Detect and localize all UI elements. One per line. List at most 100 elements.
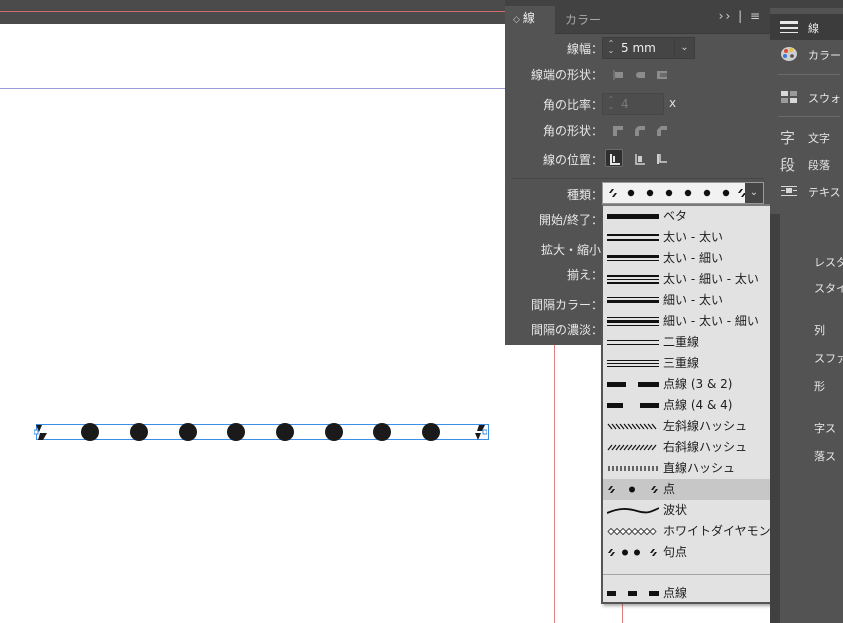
dock-separator [778, 74, 840, 75]
paragraph-icon: 段 [780, 156, 796, 174]
gap-tint-label: 間隔の濃淡： [530, 323, 603, 337]
stroke-type-select[interactable]: ⌄ [602, 182, 764, 204]
gap-color-label: 間隔カラー： [530, 298, 603, 312]
dock-stub-label[interactable]: レスタ [814, 254, 843, 274]
bevel-join-button[interactable] [653, 122, 671, 140]
round-cap-button[interactable] [631, 66, 649, 84]
dock-stub-label[interactable]: 形 [814, 378, 843, 398]
panel-tab-bar: ◇ 線 カラー ›› | ≡ [505, 0, 770, 34]
align-inside-button[interactable] [631, 150, 649, 168]
double-sample [607, 340, 659, 345]
line-start-cap [34, 425, 47, 440]
white-diamond-sample [607, 527, 657, 536]
thick-thin-thick-sample [607, 275, 659, 284]
thick-thin-sample [607, 255, 659, 261]
round-cap-icon [636, 72, 645, 78]
current-type-preview [609, 189, 746, 197]
weight-field[interactable]: ⌃ ⌄ 5 mm ⌄ [602, 37, 695, 59]
dots-sample [608, 486, 658, 493]
left-hash-sample [607, 423, 659, 430]
dock-stub-label[interactable]: 落ス [814, 448, 843, 468]
stroke-lines-icon [780, 21, 798, 33]
dash-3-2-sample [607, 382, 659, 387]
dock-separator [778, 116, 840, 117]
dock-item-color[interactable]: カラー [770, 41, 843, 67]
align-stroke-center-icon [610, 154, 620, 165]
dot-mark [81, 423, 99, 441]
align-label: 線の位置： [542, 153, 603, 167]
selected-dotted-line[interactable] [33, 420, 493, 446]
dock-item-character[interactable]: 字 文字 [770, 124, 843, 150]
dot-mark [276, 423, 294, 441]
dot-mark [325, 423, 343, 441]
swatches-icon [781, 91, 797, 103]
panel-menu-icon[interactable]: ›› | ≡ [719, 9, 762, 23]
dock-item-stroke[interactable]: 線 [770, 14, 843, 40]
japanese-dots-sample [608, 549, 657, 556]
miter-field[interactable]: ⌃ ⌄ 4 [602, 93, 664, 115]
butt-cap-button[interactable] [609, 66, 627, 84]
dock-stub-label[interactable]: 列 [814, 322, 843, 342]
dock-item-text-wrap[interactable]: テキスト [770, 178, 843, 204]
scale-label: 拡大・縮小 [540, 243, 601, 257]
dot-mark [227, 423, 245, 441]
bevel-join-icon [657, 126, 667, 136]
align-center-button[interactable] [605, 149, 623, 167]
type-label: 種類： [566, 188, 603, 202]
miter-join-button[interactable] [609, 122, 627, 140]
character-icon: 字 [780, 129, 796, 147]
tab-color[interactable]: カラー [565, 8, 601, 34]
text-wrap-icon [781, 186, 797, 196]
dash-4-4-sample [607, 403, 659, 408]
align-outside-button[interactable] [653, 150, 671, 168]
tab-stroke[interactable]: ◇ 線 [505, 6, 555, 34]
dock-stub-label[interactable]: スタイ [814, 280, 843, 300]
thin-thick-sample [607, 297, 659, 303]
weight-stepper-icon[interactable]: ⌃ ⌄ [605, 40, 617, 56]
start-end-label: 開始/終了： [538, 213, 603, 227]
margin-guide-top [0, 11, 505, 12]
cap-label: 線端の形状： [530, 68, 603, 82]
weight-value[interactable]: 5 mm [621, 41, 656, 55]
dock-inner-edge [770, 214, 780, 623]
miter-value[interactable]: 4 [621, 97, 629, 111]
dock-stub-label[interactable]: 字ス [814, 420, 843, 440]
dot-mark [179, 423, 197, 441]
margin-guide-right [554, 340, 555, 623]
straight-hash-sample [608, 466, 658, 471]
collapse-caret-icon[interactable]: ◇ [513, 15, 520, 25]
round-join-icon [635, 126, 645, 136]
dock-header [770, 0, 843, 8]
pasteboard-edge [0, 0, 505, 24]
palette-icon [781, 47, 797, 61]
solid-sample [607, 214, 659, 219]
butt-cap-icon [613, 70, 623, 80]
panel-divider [511, 178, 764, 179]
line-end-cap [475, 425, 487, 440]
dot-mark [130, 423, 148, 441]
align2-label: 揃え： [566, 268, 603, 282]
right-panel-dock: 線 カラー スウォッチ 字 文字 段 段落 テキスト レスタ スタイ 列 スファ… [770, 0, 843, 623]
miter-suffix: x [669, 96, 677, 110]
column-guide [0, 88, 505, 89]
weight-label: 線幅： [566, 42, 603, 56]
dot-mark [422, 423, 440, 441]
chevron-down-icon[interactable]: ⌄ [745, 183, 763, 203]
chevron-down-icon[interactable]: ⌄ [674, 38, 694, 58]
projecting-cap-icon [657, 71, 667, 79]
wavy-sample [607, 507, 659, 514]
round-join-button[interactable] [631, 122, 649, 140]
dock-item-paragraph[interactable]: 段 段落 [770, 151, 843, 177]
right-hash-sample [607, 444, 657, 451]
thin-thick-thin-sample [607, 317, 659, 326]
thick-thick-sample [607, 234, 659, 241]
dock-item-swatches[interactable]: スウォッチ [770, 84, 843, 110]
dock-stub-label[interactable]: スファ [814, 350, 843, 370]
miter-stepper-icon[interactable]: ⌃ ⌄ [605, 96, 617, 112]
align-stroke-outside-icon [657, 154, 667, 164]
join-label: 角の形状： [542, 124, 603, 138]
miter-label: 角の比率： [542, 98, 603, 112]
projecting-cap-button[interactable] [653, 66, 671, 84]
triple-sample [607, 360, 659, 367]
align-stroke-inside-icon [635, 154, 645, 165]
